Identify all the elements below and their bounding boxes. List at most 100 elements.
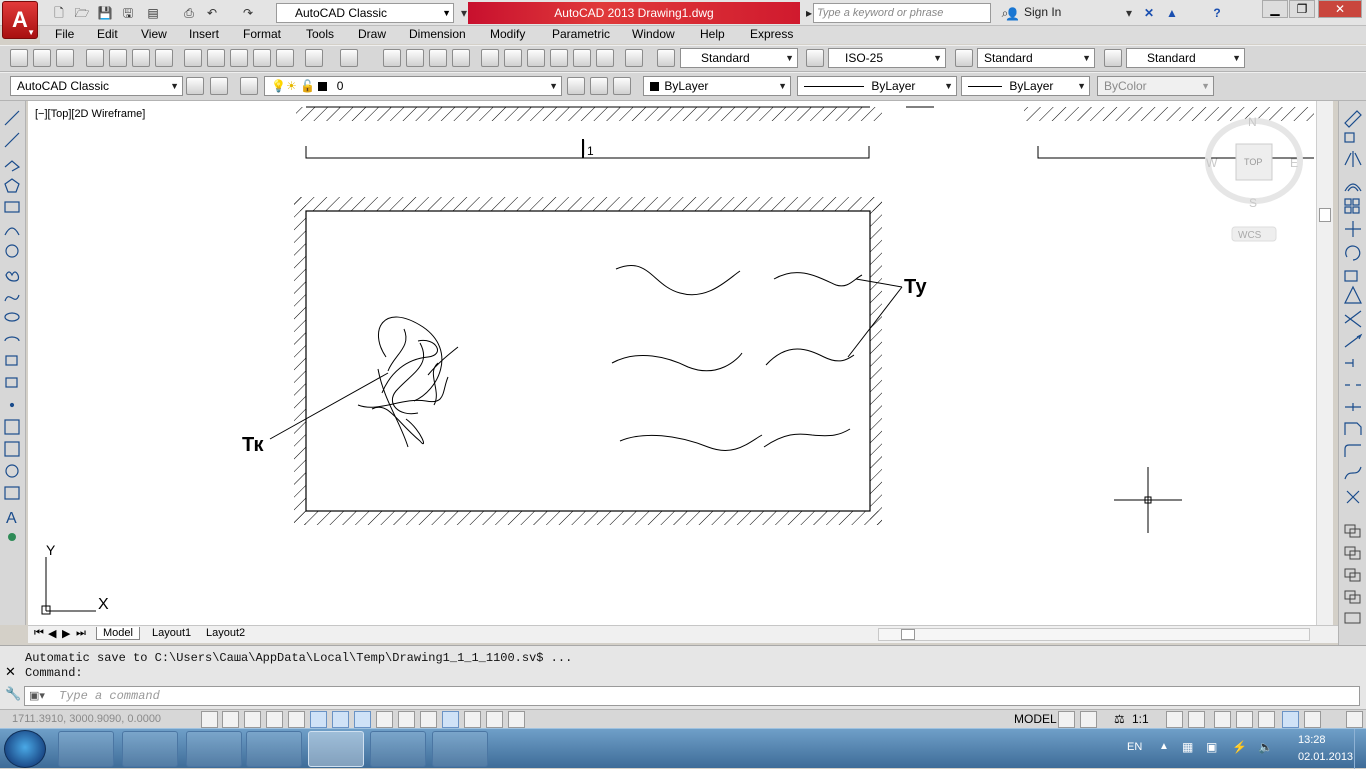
tab-layout1[interactable]: Layout1 [146, 627, 197, 639]
wrench-settings-icon[interactable]: 🔧 [5, 686, 21, 702]
isolate-objects-button[interactable] [1282, 711, 1299, 728]
help-search-input[interactable]: Type a keyword or phrase [813, 3, 991, 23]
close-window-button[interactable]: ✕ [1318, 0, 1362, 18]
autodesk-360-icon[interactable]: ▲ [1163, 4, 1181, 22]
workspace-switching-gear-icon[interactable] [1214, 711, 1231, 728]
dynamic-ucs-button[interactable] [376, 711, 393, 728]
quickcalc-icon[interactable] [596, 49, 614, 67]
horizontal-scrollbar[interactable] [878, 628, 1310, 641]
zoom-realtime-icon[interactable] [406, 49, 424, 67]
drawing-area[interactable]: [−][Top][2D Wireframe] l 1 Тк Ту X Y N S… [28, 101, 1332, 625]
menu-tools[interactable]: Tools [306, 27, 334, 41]
3d-object-snap-button[interactable] [332, 711, 349, 728]
menu-dimension[interactable]: Dimension [409, 27, 466, 41]
annotation-visibility-button[interactable] [1166, 711, 1183, 728]
vertical-scrollbar[interactable] [1316, 101, 1333, 625]
minimize-window-button[interactable]: ▁ [1262, 0, 1288, 18]
device-icon[interactable]: ▣ [1206, 740, 1217, 754]
cut-icon[interactable] [184, 49, 202, 67]
dynamic-input-button[interactable] [398, 711, 415, 728]
menu-view[interactable]: View [141, 27, 167, 41]
new-file-icon[interactable]: 🗋 [50, 4, 68, 22]
close-command-line-icon[interactable]: ✕ [5, 664, 16, 680]
explorer-task-icon[interactable] [432, 731, 488, 767]
image-viewer-task-icon[interactable] [370, 731, 426, 767]
make-current-layer-icon[interactable] [567, 77, 585, 95]
clean-screen-button[interactable] [1346, 711, 1363, 728]
linetype-select[interactable]: ByLayer ▼ [797, 76, 957, 96]
open-icon[interactable] [33, 49, 51, 67]
menu-express[interactable]: Express [750, 27, 793, 41]
layer-states-icon[interactable] [613, 77, 631, 95]
menu-draw[interactable]: Draw [358, 27, 386, 41]
save-icon[interactable]: 💾 [96, 4, 114, 22]
grid-display-button[interactable] [244, 711, 261, 728]
text-style-icon[interactable] [657, 49, 675, 67]
paste-icon[interactable] [230, 49, 248, 67]
dim-style-select[interactable]: ISO-25 ▼ [828, 48, 946, 68]
command-prompt-icon[interactable]: ▣▾ [29, 689, 45, 702]
menu-edit[interactable]: Edit [97, 27, 118, 41]
tab-first-icon[interactable]: ⏮ [34, 627, 44, 640]
markup-icon[interactable] [573, 49, 591, 67]
command-input[interactable]: Type a command [24, 686, 1360, 706]
layer-select[interactable]: 💡☀ 🔓 0 ▼ [264, 76, 562, 96]
application-menu-button[interactable]: A ▼ [2, 1, 38, 39]
plot-preview-icon[interactable] [109, 49, 127, 67]
block-editor-icon[interactable] [276, 49, 294, 67]
bulb-icon[interactable] [1304, 711, 1321, 728]
multileader-style-icon[interactable] [1104, 49, 1122, 67]
match-properties-icon[interactable] [253, 49, 271, 67]
plot-preview-icon[interactable]: ▤ [144, 4, 162, 22]
selection-cycling-button[interactable] [486, 711, 503, 728]
scrollbar-thumb[interactable] [1319, 208, 1331, 222]
object-snap-tracking-button[interactable] [354, 711, 371, 728]
table-style-icon[interactable] [955, 49, 973, 67]
lineweight-select[interactable]: ByLayer ▼ [961, 76, 1090, 96]
tab-prev-icon[interactable]: ◀ [48, 627, 56, 640]
dim-style-icon[interactable] [806, 49, 824, 67]
start-button[interactable] [4, 730, 46, 768]
redo-icon[interactable]: ↷ [239, 4, 257, 22]
plot-icon[interactable] [86, 49, 104, 67]
lineweight-button[interactable] [420, 711, 437, 728]
autocad-task-icon[interactable] [308, 731, 364, 767]
tab-last-icon[interactable]: ⏭ [76, 627, 86, 640]
layer-properties-icon[interactable] [240, 77, 258, 95]
redo-icon[interactable] [340, 49, 358, 67]
exchange-apps-icon[interactable]: ✕ [1140, 4, 1158, 22]
clock-date[interactable]: 02.01.2013 [1298, 751, 1353, 763]
publish-icon[interactable] [132, 49, 150, 67]
menu-file[interactable]: File [55, 27, 74, 41]
help-icon[interactable] [625, 49, 643, 67]
save-as-icon[interactable]: 🖫 [119, 4, 137, 22]
quick-view-drawings-button[interactable] [1080, 711, 1097, 728]
new-icon[interactable] [10, 49, 28, 67]
tray-expand-icon[interactable]: ▲ [1159, 741, 1169, 752]
auto-scale-button[interactable] [1188, 711, 1205, 728]
maximize-window-button[interactable]: ❐ [1289, 0, 1315, 18]
tab-layout2[interactable]: Layout2 [200, 627, 251, 639]
polar-tracking-button[interactable] [288, 711, 305, 728]
show-desktop-button[interactable] [1354, 729, 1366, 769]
quick-view-layouts-button[interactable] [1058, 711, 1075, 728]
tab-model[interactable]: Model [96, 627, 140, 640]
color-select[interactable]: ByLayer ▼ [643, 76, 791, 96]
firefox-task-icon[interactable] [122, 731, 178, 767]
media-player-task-icon[interactable] [58, 731, 114, 767]
help-icon[interactable]: ? [1208, 4, 1226, 22]
tool-palettes-icon[interactable] [527, 49, 545, 67]
menu-parametric[interactable]: Parametric [552, 27, 610, 41]
table-style-select[interactable]: Standard ▼ [977, 48, 1095, 68]
text-style-select[interactable]: Standard ▼ [680, 48, 798, 68]
menu-window[interactable]: Window [632, 27, 675, 41]
3d-print-icon[interactable] [155, 49, 173, 67]
toolbar-lock-icon[interactable] [1236, 711, 1253, 728]
undo-icon[interactable] [305, 49, 323, 67]
volume-icon[interactable]: 🔈 [1258, 740, 1273, 754]
undo-icon[interactable]: ↶ [203, 4, 221, 22]
tab-next-icon[interactable]: ▶ [62, 627, 70, 640]
properties-icon[interactable] [481, 49, 499, 67]
network-icon[interactable]: ▦ [1182, 740, 1193, 754]
sheet-set-icon[interactable] [550, 49, 568, 67]
